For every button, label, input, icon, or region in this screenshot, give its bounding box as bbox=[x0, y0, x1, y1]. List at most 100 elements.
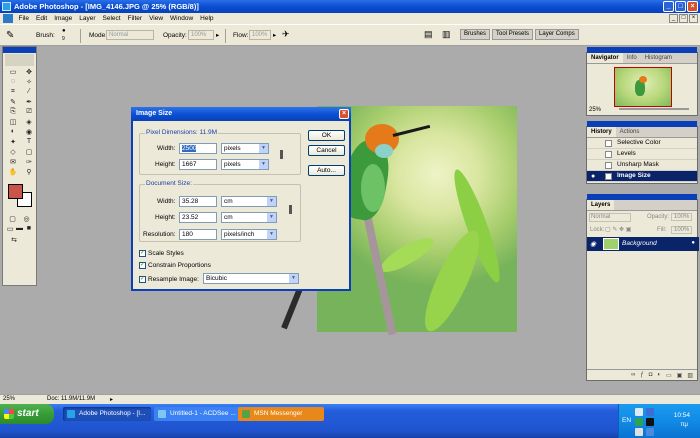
blur-tool-icon[interactable]: ◐ bbox=[6, 127, 20, 136]
dialog-close-button[interactable]: × bbox=[339, 109, 349, 119]
slice-tool-icon[interactable]: ⁄ bbox=[22, 87, 36, 96]
eyedropper-icon[interactable]: ✑ bbox=[22, 157, 36, 166]
palette-well-icon[interactable]: ▥ bbox=[442, 29, 451, 40]
tab-layers[interactable]: Layers bbox=[587, 200, 615, 210]
marquee-tool-icon[interactable]: ▭ bbox=[6, 67, 20, 76]
adjustment-layer-icon[interactable]: ◐ bbox=[657, 372, 661, 378]
doc-height-unit-select[interactable]: cm ▼ bbox=[221, 212, 277, 223]
file-browser-icon[interactable]: ▤ bbox=[424, 29, 433, 40]
auto-button[interactable]: Auto... bbox=[308, 165, 345, 176]
language-indicator[interactable]: EN bbox=[622, 417, 631, 424]
mode-select[interactable]: Normal bbox=[106, 30, 154, 40]
hand-tool-icon[interactable]: ✋ bbox=[6, 167, 20, 176]
adobe-online-icon[interactable] bbox=[5, 54, 34, 66]
doc-minimize-button[interactable]: _ bbox=[669, 14, 678, 23]
navigator-zoom[interactable]: 25% bbox=[589, 107, 601, 113]
menu-view[interactable]: View bbox=[146, 15, 167, 22]
airbrush-icon[interactable]: ✈ bbox=[282, 29, 290, 40]
scale-styles-checkbox[interactable]: ✓ Scale Styles bbox=[139, 250, 184, 257]
maximize-button[interactable]: □ bbox=[675, 1, 686, 12]
menu-edit[interactable]: Edit bbox=[32, 15, 50, 22]
ok-button[interactable]: OK bbox=[308, 130, 345, 141]
panel-header[interactable] bbox=[587, 47, 697, 53]
resample-image-checkbox[interactable]: ✓ Resample Image: bbox=[139, 276, 199, 283]
brush-preset-icon[interactable]: ● bbox=[62, 28, 66, 34]
jump-to-imageready-icon[interactable]: ⇆ bbox=[7, 235, 21, 244]
well-brushes[interactable]: Brushes bbox=[460, 29, 491, 40]
history-brush-icon[interactable]: ⎚ bbox=[22, 107, 36, 116]
gradient-tool-icon[interactable]: ◈ bbox=[22, 117, 36, 126]
tab-histogram[interactable]: Histogram bbox=[641, 53, 676, 63]
display-icon[interactable] bbox=[635, 428, 643, 436]
messenger-tray-icon[interactable] bbox=[646, 408, 654, 416]
layer-row-background[interactable]: ◉ Background ● bbox=[587, 237, 699, 251]
lock-icons[interactable]: ▢ ✎ ✥ ▣ bbox=[605, 226, 631, 233]
doc-restore-button[interactable]: □ bbox=[679, 14, 688, 23]
flow-input[interactable]: 100% bbox=[249, 30, 271, 40]
clone-stamp-icon[interactable]: ⎘ bbox=[6, 107, 20, 116]
opacity-input[interactable]: 100% bbox=[188, 30, 214, 40]
new-group-icon[interactable]: ▭ bbox=[666, 372, 672, 379]
menu-layer[interactable]: Layer bbox=[76, 15, 99, 22]
healing-brush-icon[interactable]: ✎ bbox=[6, 97, 20, 106]
brush-tool-icon[interactable]: ✎ bbox=[6, 30, 14, 41]
screen-mode-full-menu-icon[interactable]: ▬ bbox=[15, 224, 23, 233]
network-icon[interactable] bbox=[635, 408, 643, 416]
well-tool-presets[interactable]: Tool Presets bbox=[492, 29, 534, 40]
taskbar-item-photoshop[interactable]: Adobe Photoshop - [I... bbox=[63, 407, 151, 421]
standard-mode-icon[interactable]: ▢ bbox=[7, 214, 18, 223]
tab-info[interactable]: Info bbox=[623, 53, 641, 63]
menu-help[interactable]: Help bbox=[197, 15, 217, 22]
menu-window[interactable]: Window bbox=[167, 15, 197, 22]
navigator-thumbnail[interactable] bbox=[614, 67, 672, 107]
brush-size[interactable]: 9 bbox=[62, 36, 65, 42]
blend-mode-select[interactable]: Normal bbox=[589, 213, 631, 222]
fill-input[interactable]: 100% bbox=[671, 226, 693, 234]
notes-tool-icon[interactable]: ✉ bbox=[6, 157, 20, 166]
clock-time[interactable]: 10:54 bbox=[674, 412, 690, 419]
crop-tool-icon[interactable]: ⌗ bbox=[6, 87, 20, 96]
zoom-tool-icon[interactable]: ⚲ bbox=[22, 167, 36, 176]
tab-history[interactable]: History bbox=[587, 127, 616, 137]
doc-width-input[interactable]: 35.28 bbox=[179, 196, 217, 207]
foreground-color[interactable] bbox=[8, 184, 23, 199]
menu-file[interactable]: File bbox=[15, 15, 32, 22]
history-item-active[interactable]: ● Image Size bbox=[587, 171, 697, 182]
screen-mode-full-icon[interactable]: ■ bbox=[25, 224, 33, 233]
minimize-button[interactable]: _ bbox=[663, 1, 674, 12]
tab-navigator[interactable]: Navigator bbox=[587, 53, 623, 63]
well-layer-comps[interactable]: Layer Comps bbox=[535, 29, 579, 40]
navigator-zoom-slider[interactable] bbox=[619, 108, 689, 110]
toolbox-header[interactable] bbox=[3, 47, 36, 53]
volume-icon[interactable] bbox=[646, 418, 654, 426]
pixel-width-unit-select[interactable]: pixels ▼ bbox=[221, 143, 269, 154]
menu-image[interactable]: Image bbox=[51, 15, 76, 22]
dialog-title-bar[interactable]: Image Size × bbox=[131, 107, 351, 121]
history-item[interactable]: Selective Color bbox=[587, 138, 697, 149]
dodge-tool-icon[interactable]: ◉ bbox=[22, 127, 36, 136]
doc-width-unit-select[interactable]: cm ▼ bbox=[221, 196, 277, 207]
delete-layer-icon[interactable]: ▥ bbox=[687, 372, 693, 379]
pen-tool-icon[interactable]: ◇ bbox=[6, 147, 20, 156]
doc-height-input[interactable]: 23.52 bbox=[179, 212, 217, 223]
menu-filter[interactable]: Filter bbox=[124, 15, 145, 22]
move-tool-icon[interactable]: ✥ bbox=[22, 67, 36, 76]
panel-header[interactable] bbox=[587, 121, 697, 127]
layer-mask-icon[interactable]: ◘ bbox=[649, 372, 653, 378]
start-button[interactable]: start bbox=[0, 404, 54, 424]
status-zoom[interactable]: 25% bbox=[3, 396, 15, 402]
visibility-eye-icon[interactable]: ◉ bbox=[590, 240, 596, 248]
msn-tray-icon[interactable] bbox=[635, 418, 643, 426]
tab-actions[interactable]: Actions bbox=[616, 127, 644, 137]
taskbar-item-msn[interactable]: MSN Messenger bbox=[238, 407, 324, 421]
layer-opacity-input[interactable]: 100% bbox=[671, 213, 693, 221]
flow-arrow-icon[interactable]: ▸ bbox=[273, 31, 276, 39]
constrain-proportions-checkbox[interactable]: ✓ Constrain Proportions bbox=[139, 262, 211, 269]
menu-select[interactable]: Select bbox=[99, 15, 124, 22]
resolution-input[interactable]: 180 bbox=[179, 229, 217, 240]
safely-remove-icon[interactable] bbox=[646, 428, 654, 436]
magic-wand-icon[interactable]: ✧ bbox=[22, 77, 36, 86]
brush-tool-icon[interactable]: ✒ bbox=[22, 97, 36, 106]
panel-header[interactable] bbox=[587, 194, 697, 200]
cancel-button[interactable]: Cancel bbox=[308, 145, 345, 156]
